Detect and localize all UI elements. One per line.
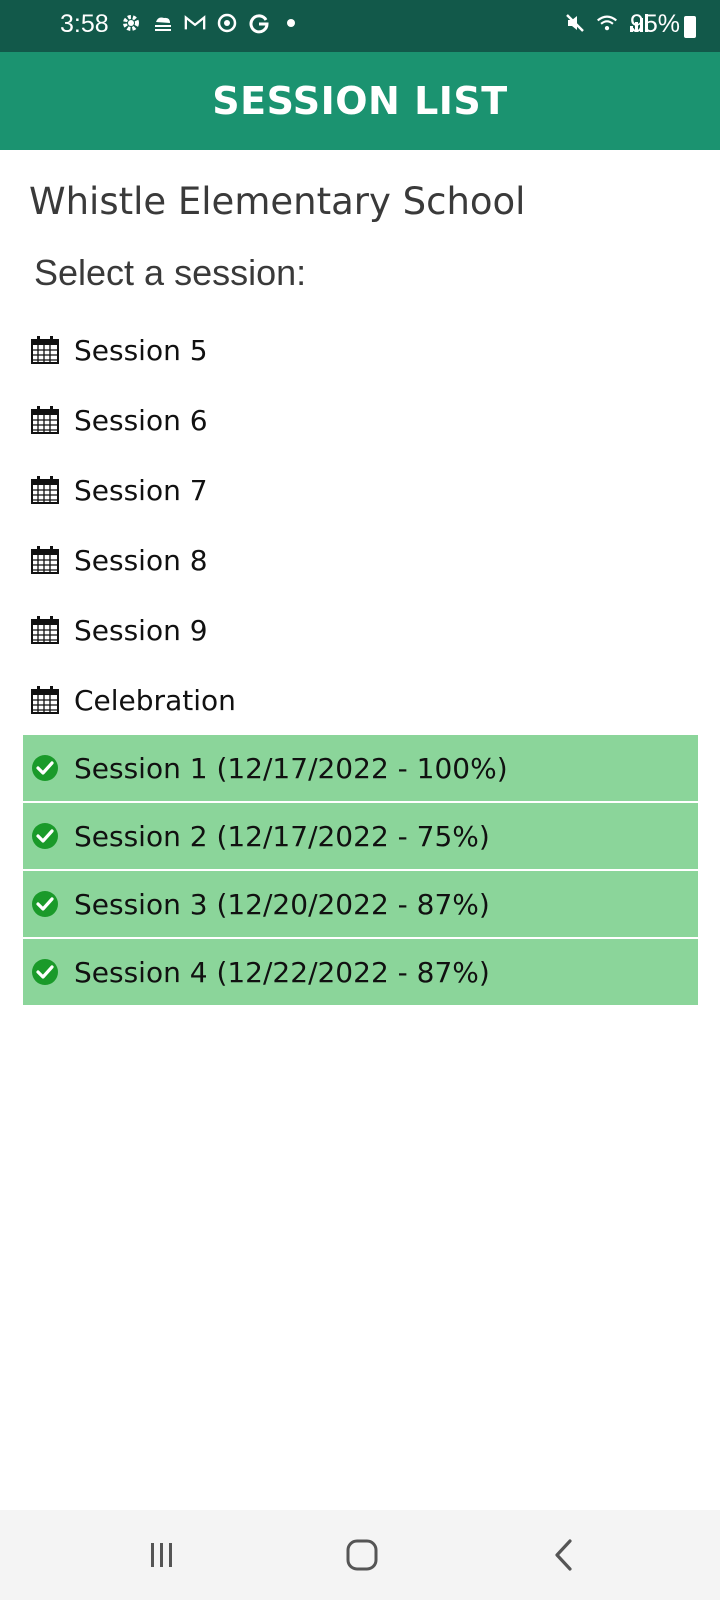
dot-icon <box>280 12 302 34</box>
recents-icon[interactable] <box>142 1535 182 1575</box>
session-item[interactable]: Celebration <box>23 665 698 735</box>
battery-icon <box>684 16 696 38</box>
session-item[interactable]: Session 9 <box>23 595 698 665</box>
session-item[interactable]: Session 6 <box>23 385 698 455</box>
check-circle-icon <box>32 755 58 781</box>
session-label: Session 9 <box>74 613 208 647</box>
completed-session-item[interactable]: Session 1 (12/17/2022 - 100%) <box>23 735 698 803</box>
calendar-icon <box>31 336 59 364</box>
status-bar: 3:58 95% <box>0 0 720 52</box>
calendar-icon <box>31 406 59 434</box>
session-label: Session 6 <box>74 403 208 437</box>
completed-session-label: Session 2 (12/17/2022 - 75%) <box>74 819 490 853</box>
calendar-icon <box>31 546 59 574</box>
check-circle-icon <box>32 823 58 849</box>
completed-session-item[interactable]: Session 4 (12/22/2022 - 87%) <box>23 939 698 1007</box>
calendar-icon <box>31 476 59 504</box>
school-name: Whistle Elementary School <box>29 180 526 223</box>
check-circle-icon <box>32 959 58 985</box>
calendar-icon <box>31 686 59 714</box>
session-list: Session 5 Session 6 Session 7 Session 8 … <box>23 315 698 1007</box>
select-session-prompt: Select a session: <box>34 252 307 293</box>
completed-session-item[interactable]: Session 3 (12/20/2022 - 87%) <box>23 871 698 939</box>
status-time: 3:58 <box>60 10 109 38</box>
calendar-icon <box>31 616 59 644</box>
battery-percent: 95% <box>629 10 680 38</box>
home-icon[interactable] <box>342 1535 382 1575</box>
session-label: Celebration <box>74 683 236 717</box>
completed-session-label: Session 3 (12/20/2022 - 87%) <box>74 887 490 921</box>
session-item[interactable]: Session 7 <box>23 455 698 525</box>
wifi-icon <box>596 12 618 34</box>
check-circle-icon <box>32 891 58 917</box>
gmail-icon <box>184 12 206 34</box>
session-label: Session 8 <box>74 543 208 577</box>
session-label: Session 5 <box>74 333 208 367</box>
session-item[interactable]: Session 8 <box>23 525 698 595</box>
app-bar: SESSION LIST <box>0 52 720 150</box>
completed-session-label: Session 4 (12/22/2022 - 87%) <box>74 955 490 989</box>
settings-icon <box>120 12 142 34</box>
completed-session-label: Session 1 (12/17/2022 - 100%) <box>74 751 508 785</box>
session-item[interactable]: Session 5 <box>23 315 698 385</box>
completed-session-item[interactable]: Session 2 (12/17/2022 - 75%) <box>23 803 698 871</box>
mute-icon <box>564 12 586 34</box>
page-title: SESSION LIST <box>212 79 508 123</box>
google-icon <box>248 12 270 34</box>
sync-icon <box>216 12 238 34</box>
back-icon[interactable] <box>544 1535 584 1575</box>
session-label: Session 7 <box>74 473 208 507</box>
system-nav-bar <box>0 1510 720 1600</box>
weather-icon <box>152 12 174 34</box>
